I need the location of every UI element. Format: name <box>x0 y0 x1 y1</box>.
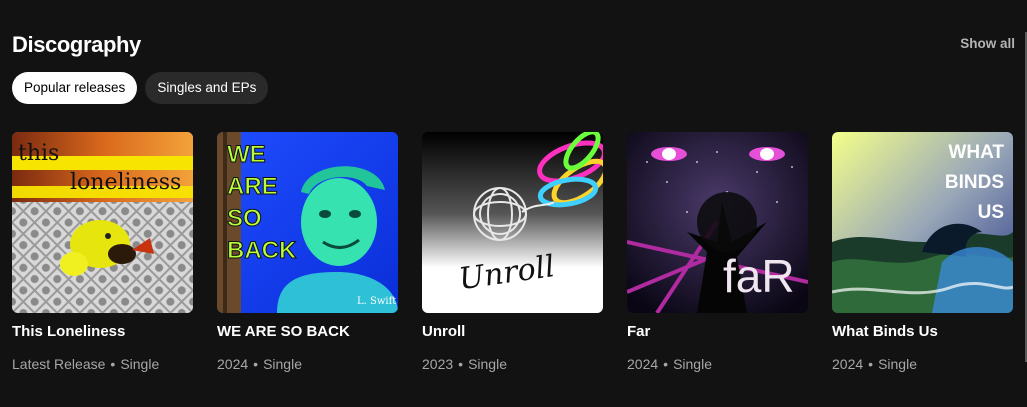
cover-title-far: faR <box>723 250 795 302</box>
album-cover-unroll[interactable]: Unroll <box>422 132 603 313</box>
album-cover-what-binds-us[interactable]: WHAT BINDS US <box>832 132 1013 313</box>
svg-text:SO: SO <box>227 205 262 232</box>
release-meta: 2023 • Single <box>422 356 507 372</box>
release-meta: 2024 • Single <box>627 356 712 372</box>
show-all-link[interactable]: Show all <box>960 36 1015 51</box>
album-cover-far[interactable]: faR <box>627 132 808 313</box>
svg-text:loneliness: loneliness <box>70 170 181 195</box>
section-title[interactable]: Discography <box>12 30 141 60</box>
album-cover-this-loneliness[interactable]: this loneliness <box>12 132 193 313</box>
release-meta: 2024 • Single <box>832 356 917 372</box>
svg-text:this: this <box>18 141 59 166</box>
release-title[interactable]: What Binds Us <box>832 322 1013 342</box>
filter-singles-and-eps[interactable]: Singles and EPs <box>145 72 269 104</box>
discography-header: Discography Show all <box>12 30 1015 60</box>
release-card-far[interactable]: faR Far 2024 • Single <box>627 132 808 374</box>
release-meta: Latest Release • Single <box>12 356 160 372</box>
svg-text:BACK: BACK <box>227 237 297 264</box>
release-card-unroll[interactable]: Unroll Unroll 2023 • Single <box>422 132 603 374</box>
release-title[interactable]: This Loneliness <box>12 322 193 342</box>
release-card-what-binds-us[interactable]: WHAT BINDS US What Binds Us 2024 • Single <box>832 132 1013 374</box>
svg-text:WE: WE <box>227 141 266 168</box>
svg-text:ARE: ARE <box>227 173 278 200</box>
cover-signature: L. Swift <box>357 296 396 307</box>
album-cover-we-are-so-back[interactable]: WE ARE SO BACK L. Swift <box>217 132 398 313</box>
cover-word-1: WHAT <box>948 142 1004 163</box>
filter-chips: Popular releases Singles and EPs <box>12 72 269 104</box>
release-card-this-loneliness[interactable]: this loneliness This Loneliness Latest R… <box>12 132 193 374</box>
release-meta: 2024 • Single <box>217 356 302 372</box>
release-title[interactable]: Far <box>627 322 808 342</box>
cover-word-2: BINDS <box>945 172 1004 193</box>
filter-popular-releases[interactable]: Popular releases <box>12 72 138 104</box>
cover-word-3: US <box>978 202 1004 223</box>
release-card-we-are-so-back[interactable]: WE ARE SO BACK L. Swift WE ARE SO BACK 2… <box>217 132 398 374</box>
release-title[interactable]: WE ARE SO BACK <box>217 322 398 342</box>
release-title[interactable]: Unroll <box>422 322 603 342</box>
